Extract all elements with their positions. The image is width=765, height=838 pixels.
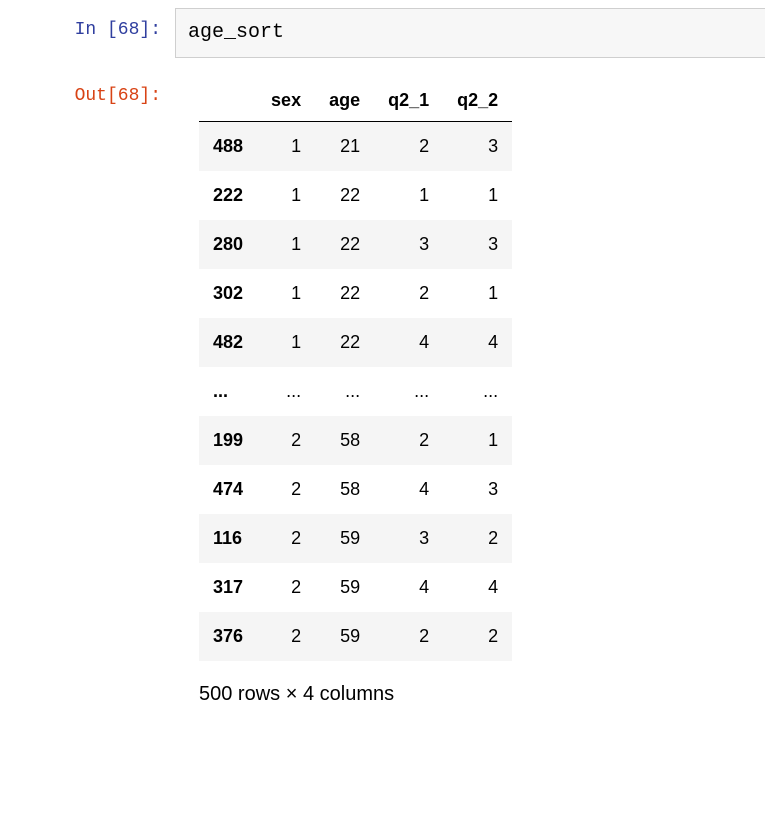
cell: 1 bbox=[257, 122, 315, 172]
column-header: q2_2 bbox=[443, 80, 512, 122]
cell: 1 bbox=[257, 171, 315, 220]
table-row: 280 1 22 3 3 bbox=[199, 220, 512, 269]
cell: 2 bbox=[374, 122, 443, 172]
dataframe-table: sex age q2_1 q2_2 488 1 21 2 3 222 1 22 bbox=[199, 80, 512, 661]
cell: 1 bbox=[257, 318, 315, 367]
table-header-row: sex age q2_1 q2_2 bbox=[199, 80, 512, 122]
dataframe-summary: 500 rows × 4 columns bbox=[199, 661, 765, 706]
cell: ... bbox=[315, 367, 374, 416]
row-index: 302 bbox=[199, 269, 257, 318]
cell: 2 bbox=[257, 514, 315, 563]
table-row: 317 2 59 4 4 bbox=[199, 563, 512, 612]
cell: 4 bbox=[374, 563, 443, 612]
cell: 22 bbox=[315, 318, 374, 367]
output-area: sex age q2_1 q2_2 488 1 21 2 3 222 1 22 bbox=[175, 74, 765, 706]
cell: 2 bbox=[374, 612, 443, 661]
table-row: 376 2 59 2 2 bbox=[199, 612, 512, 661]
cell: 2 bbox=[443, 514, 512, 563]
code-input[interactable]: age_sort bbox=[175, 8, 765, 58]
cell: ... bbox=[257, 367, 315, 416]
cell: 58 bbox=[315, 416, 374, 465]
cell: 2 bbox=[257, 416, 315, 465]
row-index: 482 bbox=[199, 318, 257, 367]
cell: 21 bbox=[315, 122, 374, 172]
table-row-ellipsis: ... ... ... ... ... bbox=[199, 367, 512, 416]
row-index: 376 bbox=[199, 612, 257, 661]
cell: 3 bbox=[443, 220, 512, 269]
table-row: 474 2 58 4 3 bbox=[199, 465, 512, 514]
cell: 1 bbox=[443, 171, 512, 220]
cell: 4 bbox=[374, 465, 443, 514]
cell: 1 bbox=[257, 269, 315, 318]
row-index: 474 bbox=[199, 465, 257, 514]
table-row: 199 2 58 2 1 bbox=[199, 416, 512, 465]
column-header: q2_1 bbox=[374, 80, 443, 122]
cell: 3 bbox=[443, 122, 512, 172]
cell: 59 bbox=[315, 514, 374, 563]
cell: ... bbox=[443, 367, 512, 416]
cell: 3 bbox=[374, 514, 443, 563]
output-prompt: Out[68]: bbox=[0, 74, 175, 111]
row-index: 116 bbox=[199, 514, 257, 563]
column-header: sex bbox=[257, 80, 315, 122]
row-index: 317 bbox=[199, 563, 257, 612]
row-index: 488 bbox=[199, 122, 257, 172]
cell: 2 bbox=[374, 416, 443, 465]
cell: 4 bbox=[443, 563, 512, 612]
cell: 1 bbox=[443, 416, 512, 465]
cell: 2 bbox=[257, 465, 315, 514]
cell: 22 bbox=[315, 269, 374, 318]
cell: 4 bbox=[443, 318, 512, 367]
cell: 59 bbox=[315, 612, 374, 661]
table-row: 116 2 59 3 2 bbox=[199, 514, 512, 563]
cell: 2 bbox=[257, 563, 315, 612]
table-row: 302 1 22 2 1 bbox=[199, 269, 512, 318]
input-prompt: In [68]: bbox=[0, 8, 175, 45]
cell: 22 bbox=[315, 220, 374, 269]
cell: 1 bbox=[374, 171, 443, 220]
cell: 2 bbox=[443, 612, 512, 661]
cell: 22 bbox=[315, 171, 374, 220]
cell: 59 bbox=[315, 563, 374, 612]
cell: 4 bbox=[374, 318, 443, 367]
row-index: 280 bbox=[199, 220, 257, 269]
cell: ... bbox=[374, 367, 443, 416]
table-row: 488 1 21 2 3 bbox=[199, 122, 512, 172]
table-row: 482 1 22 4 4 bbox=[199, 318, 512, 367]
row-index: ... bbox=[199, 367, 257, 416]
table-row: 222 1 22 1 1 bbox=[199, 171, 512, 220]
row-index: 199 bbox=[199, 416, 257, 465]
index-header bbox=[199, 80, 257, 122]
cell: 2 bbox=[257, 612, 315, 661]
cell: 1 bbox=[257, 220, 315, 269]
cell: 58 bbox=[315, 465, 374, 514]
cell: 3 bbox=[374, 220, 443, 269]
cell: 2 bbox=[374, 269, 443, 318]
row-index: 222 bbox=[199, 171, 257, 220]
cell: 3 bbox=[443, 465, 512, 514]
output-cell: Out[68]: sex age q2_1 q2_2 488 1 21 2 3 bbox=[0, 66, 765, 714]
input-cell: In [68]: age_sort bbox=[0, 0, 765, 66]
cell: 1 bbox=[443, 269, 512, 318]
column-header: age bbox=[315, 80, 374, 122]
